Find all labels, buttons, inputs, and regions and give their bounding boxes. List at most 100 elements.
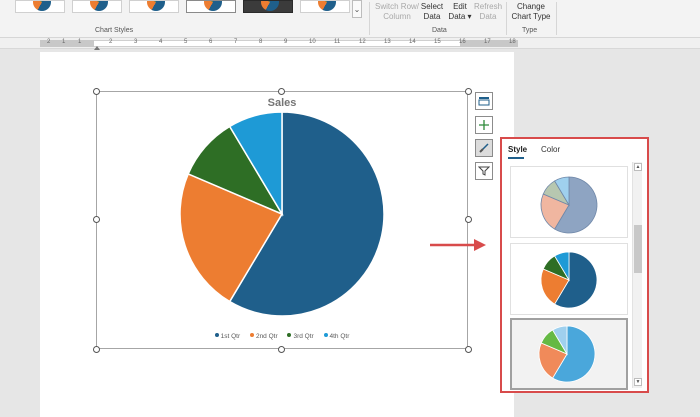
ruler-number: 1	[78, 39, 82, 45]
style-preview-muted	[540, 176, 598, 234]
ruler-number: 3	[134, 39, 138, 45]
chart-style-thumb-6[interactable]	[300, 0, 350, 13]
switch-row-column-button[interactable]: Switch Row/ Column	[375, 2, 419, 22]
chart-filters-button[interactable]	[475, 162, 493, 180]
ruler-number: 2	[109, 39, 113, 45]
refresh-data-label: Refresh	[474, 2, 503, 11]
change-chart-type-label: Chart Type	[511, 12, 551, 21]
gallery-more-button[interactable]: ⌄	[352, 0, 362, 18]
active-tab-underline	[508, 157, 524, 159]
ribbon-separator	[369, 2, 370, 35]
style-preview-bright	[540, 251, 598, 309]
ruler-number: 1	[62, 39, 66, 45]
legend-label: 1st Qtr	[220, 333, 241, 340]
change-chart-type-button[interactable]: Change Chart Type	[510, 2, 552, 22]
chart-style-thumb-2[interactable]	[72, 0, 122, 13]
ruler-number: 16	[459, 39, 466, 45]
legend-label: 4th Qtr	[329, 333, 350, 340]
edit-data-label: Data ▾	[448, 12, 472, 21]
legend-label: 2nd Qtr	[255, 333, 278, 340]
chart-styles-button[interactable]	[475, 139, 493, 157]
pie-chart[interactable]	[97, 92, 469, 350]
switch-row-column-label: Column	[383, 12, 411, 21]
chart-style-thumb-5[interactable]	[243, 0, 293, 13]
legend-marker	[249, 333, 254, 337]
chart-legend[interactable]: 1st Qtr 2nd Qtr 3rd Qtr 4th Qtr	[97, 333, 467, 340]
legend-item: 1st Qtr	[214, 333, 241, 340]
style-gallery	[510, 161, 628, 392]
legend-marker	[287, 333, 292, 337]
legend-marker	[323, 333, 328, 337]
select-data-label: Data	[423, 12, 441, 21]
tab-style[interactable]: Style	[508, 145, 527, 154]
ruler-number: 13	[384, 39, 391, 45]
style-pane-scrollbar[interactable]: ▲ ▼	[632, 162, 642, 388]
word-window: ⌄ Chart Styles Switch Row/ Column Select…	[0, 0, 700, 417]
chart-style-thumb-4[interactable]	[186, 0, 236, 13]
ruler-number: 9	[284, 39, 288, 45]
ruler-number: 8	[259, 39, 263, 45]
chart-style-pane: Style Color	[500, 137, 649, 393]
layout-options-button[interactable]	[475, 92, 493, 110]
plus-icon	[479, 120, 489, 130]
resize-handle-left[interactable]	[93, 216, 100, 223]
indent-marker[interactable]	[94, 46, 100, 50]
resize-handle-bottom-right[interactable]	[465, 346, 472, 353]
ruler-number: 6	[209, 39, 213, 45]
scroll-up-icon[interactable]: ▲	[634, 163, 642, 171]
ruler-number: 10	[309, 39, 316, 45]
resize-handle-right[interactable]	[465, 216, 472, 223]
style-option-1[interactable]	[510, 166, 628, 238]
ribbon-separator	[506, 2, 507, 35]
chevron-down-icon: ⌄	[353, 5, 361, 14]
resize-handle-top-left[interactable]	[93, 88, 100, 95]
style-preview-light	[538, 325, 596, 383]
refresh-data-button[interactable]: Refresh Data	[474, 2, 502, 22]
ruler-number: 18	[509, 39, 516, 45]
ruler-number: 12	[359, 39, 366, 45]
change-chart-type-label: Change	[516, 2, 546, 11]
chart-style-thumb-1[interactable]	[15, 0, 65, 13]
ruler-number: 7	[234, 39, 238, 45]
legend-item: 2nd Qtr	[249, 333, 278, 340]
legend-item: 4th Qtr	[323, 333, 350, 340]
layout-options-icon	[478, 97, 490, 106]
edit-data-label: Edit	[453, 2, 467, 11]
ribbon-separator	[556, 2, 557, 35]
refresh-data-label: Data	[479, 12, 497, 21]
chart-style-thumb-3[interactable]	[129, 0, 179, 13]
ruler-number: 11	[334, 39, 341, 45]
resize-handle-bottom-left[interactable]	[93, 346, 100, 353]
legend-marker	[214, 333, 219, 337]
scrollbar-thumb[interactable]	[634, 225, 642, 273]
style-option-2[interactable]	[510, 243, 628, 315]
select-data-label: Select	[420, 2, 444, 11]
select-data-button[interactable]: Select Data	[420, 2, 444, 22]
ruler-number: 15	[434, 39, 441, 45]
ruler-number: 4	[159, 39, 163, 45]
legend-item: 3rd Qtr	[287, 333, 314, 340]
paintbrush-icon	[479, 143, 489, 153]
group-label-data: Data	[432, 27, 447, 34]
ruler-number: 2	[47, 39, 51, 45]
horizontal-ruler[interactable]: 2 1 1 2 3 4 5 6 7 8 9 10 11 12 13 14 15 16 17 18	[0, 38, 700, 50]
legend-label: 3rd Qtr	[293, 333, 314, 340]
group-label-chart-styles: Chart Styles	[95, 27, 134, 34]
scroll-down-icon[interactable]: ▼	[634, 378, 642, 386]
chart-area[interactable]: Sales 1st Qtr 2nd Qtr 3rd Qtr 4th Qtr	[96, 91, 468, 349]
style-option-3[interactable]	[510, 318, 628, 390]
filter-icon	[478, 166, 490, 176]
ruler-number: 5	[184, 39, 188, 45]
ruler-number: 14	[409, 39, 416, 45]
switch-row-column-label: Switch Row/	[375, 2, 420, 11]
tab-color[interactable]: Color	[541, 145, 560, 154]
chart-elements-button[interactable]	[475, 116, 493, 134]
arrow-right-icon	[430, 239, 486, 251]
resize-handle-top[interactable]	[278, 88, 285, 95]
ribbon: ⌄ Chart Styles Switch Row/ Column Select…	[0, 0, 700, 38]
ruler-number: 17	[484, 39, 491, 45]
group-label-type: Type	[522, 27, 538, 34]
resize-handle-top-right[interactable]	[465, 88, 472, 95]
resize-handle-bottom[interactable]	[278, 346, 285, 353]
edit-data-button[interactable]: Edit Data ▾	[447, 2, 473, 22]
